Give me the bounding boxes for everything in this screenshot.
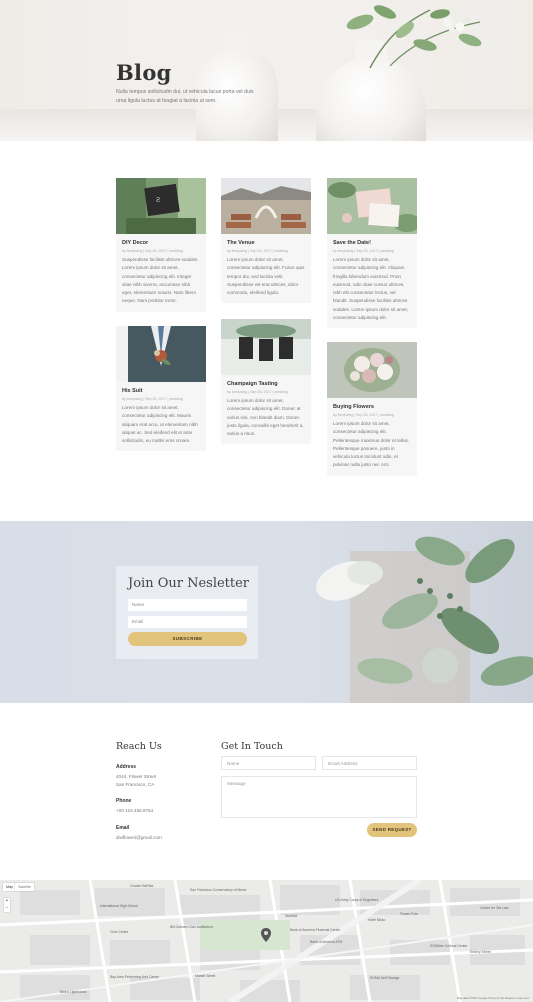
- map-place-label: Bank of America Financial Center: [290, 928, 341, 932]
- map-place-label: US Army Corps of Engineers: [335, 898, 379, 902]
- newsletter-email-input[interactable]: Email: [128, 616, 247, 628]
- post-meta: by benjuving | Sep 26, 2017 | wedding: [227, 249, 288, 253]
- map-place-label: Nick's Lighthouse: [60, 990, 87, 994]
- post-excerpt: Lorem ipsum dolor sit amet, consectetur …: [227, 398, 304, 437]
- post-title[interactable]: Champaign Tasting: [227, 381, 305, 387]
- post-title[interactable]: Save the Date!: [333, 240, 411, 246]
- phone-value[interactable]: +00 123.456.8754: [116, 807, 153, 816]
- blog-post-card[interactable]: The Venue by benjuving | Sep 26, 2017 | …: [221, 178, 311, 304]
- page-subtitle: Nulla tempus sollicitudin dui, ut vehicu…: [116, 89, 254, 104]
- address-line: San Francisco, CA: [116, 782, 155, 787]
- phone-label: Phone: [116, 798, 132, 804]
- post-excerpt: Lorem ipsum dolor sit amet, consectetur …: [122, 405, 198, 444]
- post-excerpt: Lorem ipsum dolor sit amet, consectetur …: [227, 257, 305, 296]
- map-place-label: Kearny Street: [470, 950, 491, 954]
- post-thumbnail-image[interactable]: [221, 319, 311, 375]
- post-title[interactable]: His Suit: [122, 388, 200, 394]
- send-request-button[interactable]: SEND REQUEST: [367, 823, 417, 837]
- contact-email-input[interactable]: Email Address: [322, 756, 417, 770]
- post-thumbnail-image[interactable]: [327, 342, 417, 398]
- zoom-controls[interactable]: + −: [4, 898, 10, 912]
- flower-branch-image: [346, 5, 482, 69]
- blog-post-card[interactable]: Save the Date! by benjuving | Sep 25, 20…: [327, 178, 417, 329]
- newsletter-section: Join Our Nesletter Name Email SUBSCRIBE: [0, 521, 533, 703]
- map-place-label: Warfield: [285, 914, 298, 918]
- map-place-label: Bill Graham Civic Auditorium: [170, 925, 213, 929]
- map-footer: Map data ©2017 Google Terms of Use Repor…: [456, 996, 529, 1000]
- blog-post-card[interactable]: Buying Flowers by benjuving | Sep 25, 20…: [327, 342, 417, 476]
- reach-us-heading: Reach Us: [116, 741, 162, 752]
- post-excerpt: Lorem ipsum dolor sit amet, consectetur …: [333, 421, 410, 468]
- map-place-label: Flower Pole: [400, 912, 418, 916]
- blog-post-card[interactable]: Champaign Tasting by benjuving | Sep 26,…: [221, 319, 311, 445]
- newsletter-name-input[interactable]: Name: [128, 599, 247, 611]
- map-place-label: Bank of America ATM: [310, 940, 343, 944]
- map-tab-satellite[interactable]: Satellite: [15, 883, 34, 891]
- post-thumbnail-image[interactable]: [327, 178, 417, 234]
- hero-section: Blog Nulla tempus sollicitudin dui, ut v…: [0, 0, 533, 141]
- post-thumbnail-image[interactable]: [221, 178, 311, 234]
- post-thumbnail-image[interactable]: [116, 326, 206, 382]
- map-place-label: International High School: [100, 904, 138, 908]
- blog-post-card[interactable]: His Suit by benjuving | Sep 25, 2017 | w…: [116, 326, 206, 452]
- post-meta: by benjuving | Sep 25, 2017 | wedding: [333, 413, 394, 417]
- post-title[interactable]: The Venue: [227, 240, 305, 246]
- post-excerpt: Lorem ipsum dolor sit amet, consectetur …: [333, 257, 409, 321]
- email-label: Email: [116, 825, 130, 831]
- svg-text:Ƨ: Ƨ: [156, 197, 160, 204]
- post-meta: by benjuving | Sep 25, 2017 | wedding: [333, 249, 394, 253]
- newsletter-form: Join Our Nesletter Name Email SUBSCRIBE: [116, 566, 258, 659]
- contact-name-input[interactable]: Name: [221, 756, 316, 770]
- map-embed[interactable]: Map Satellite Cookie Hall Bar San Franci…: [0, 880, 533, 1002]
- post-meta: by benjuving | Sep 26, 2017 | wedding: [122, 249, 183, 253]
- map-place-label: Bay Area Performing Arts Center: [110, 975, 160, 979]
- map-place-label: Hotel Nikko: [368, 918, 386, 922]
- post-meta: by benjuving | Sep 26, 2017 | wedding: [227, 390, 288, 394]
- map-pin-icon[interactable]: [261, 928, 271, 942]
- map-place-label: SOMA Self Storage: [370, 976, 400, 980]
- address-label: Address: [116, 764, 137, 770]
- map-place-label: San Francisco Conservatory of Music: [190, 888, 247, 892]
- newsletter-title: Join Our Nesletter: [128, 576, 250, 591]
- page-title: Blog: [116, 60, 172, 85]
- map-place-label: SOMArts Cultural Center: [430, 944, 468, 948]
- blog-post-card[interactable]: Ƨ DIY Decor by benjuving | Sep 26, 2017 …: [116, 178, 206, 312]
- map-place-label: Center for Tax Law: [480, 906, 509, 910]
- post-excerpt: Suspendisse facilisis ultrices sodales. …: [122, 257, 199, 304]
- subscribe-button[interactable]: SUBSCRIBE: [128, 632, 247, 646]
- map-place-label: Cookie Hall Bar: [130, 884, 154, 888]
- post-title[interactable]: Buying Flowers: [333, 404, 411, 410]
- get-in-touch-heading: Get In Touch: [221, 741, 283, 752]
- post-title[interactable]: DIY Decor: [122, 240, 200, 246]
- vase-image: [316, 58, 426, 141]
- post-thumbnail-image[interactable]: Ƨ: [116, 178, 206, 234]
- map-place-label: Market Street: [195, 974, 216, 978]
- contact-message-textarea[interactable]: Message: [221, 776, 417, 818]
- flowers-background-image: [316, 536, 533, 703]
- map-place-label: Civic Center: [110, 930, 129, 934]
- email-value[interactable]: divifloweri@gmail.com: [116, 834, 162, 843]
- post-meta: by benjuving | Sep 25, 2017 | wedding: [122, 397, 183, 401]
